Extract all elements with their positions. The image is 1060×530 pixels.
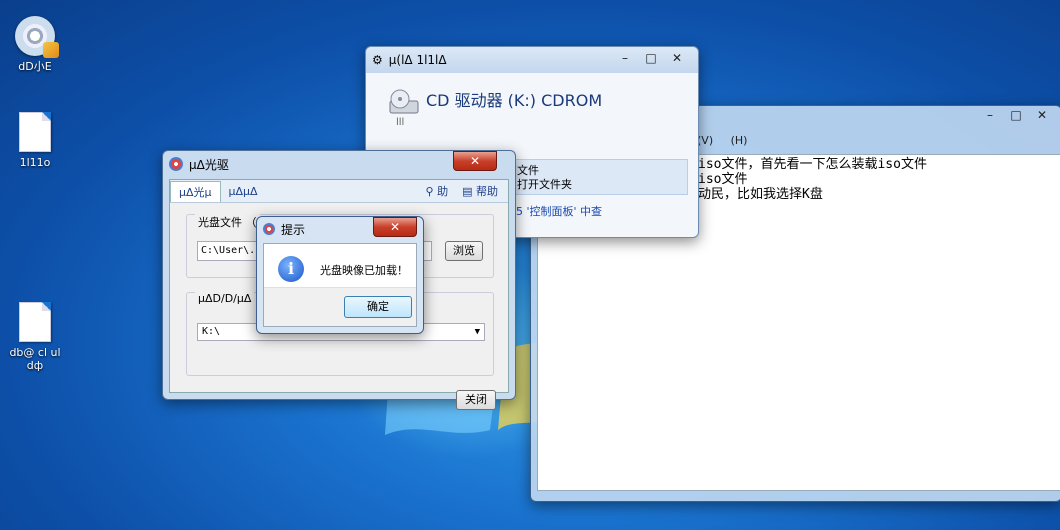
tab-bar: µΔ光µ µΔµΔ ⚲ 助 ▤ 帮助 — [170, 180, 508, 203]
menu-view[interactable]: (V) — [697, 134, 713, 147]
chevron-down-icon: ▼ — [474, 327, 480, 337]
dialog-body: i 光盘映像已加载！ 确定 — [263, 243, 417, 327]
app-icon — [263, 223, 275, 235]
desktop-icon-iso-file[interactable]: 1l11o — [0, 112, 70, 169]
close-button[interactable]: ✕ — [373, 217, 417, 237]
info-icon: i — [278, 256, 304, 282]
window-controls: ✕ — [373, 217, 417, 237]
text-line: iso文件 — [698, 172, 748, 187]
window-title: µ(lΔ 1l1lΔ — [388, 53, 447, 67]
desktop-icon-label: db@ cl ul dф — [9, 346, 61, 372]
app-icon: ⚙ — [372, 53, 383, 67]
desktop-icon-label: 1l11o — [19, 156, 51, 169]
dialog-message: 光盘映像已加载！ — [320, 264, 408, 277]
window-title: µΔ光驱 — [189, 157, 229, 172]
close-button[interactable]: ✕ — [453, 151, 497, 171]
document-icon — [19, 302, 51, 342]
disc-icon — [15, 16, 59, 58]
desktop-icon-burner[interactable]: dD小E — [0, 16, 70, 73]
maximize-button[interactable]: □ — [638, 49, 664, 67]
dialog-title: 提示 — [281, 222, 306, 237]
text-line: 动民，比如我选择K盘 — [698, 187, 823, 202]
window-controls: – □ ✕ — [977, 106, 1055, 124]
close-button[interactable]: ✕ — [1029, 106, 1055, 124]
minimize-button[interactable]: – — [977, 106, 1003, 124]
maximize-button[interactable]: □ — [1003, 106, 1029, 124]
tab-virtual-drive[interactable]: µΔ光µ — [170, 180, 221, 202]
menu-help[interactable]: (H) — [731, 134, 748, 147]
group-label: 光盘文件 （ — [195, 214, 260, 230]
drive-label: CD 驱动器 (K:) CDROM — [426, 91, 603, 110]
text-line: iso文件，首先看一下怎么装载iso文件 — [698, 157, 927, 172]
message-box: 提示 ✕ i 光盘映像已加载！ 确定 — [256, 216, 424, 334]
drive-subtitle: lll — [396, 117, 405, 128]
tab-settings[interactable]: µΔµΔ — [221, 183, 266, 200]
option-line-2: 打开文件夹 — [517, 178, 572, 191]
close-button[interactable]: ✕ — [664, 49, 690, 67]
menu-bar: (V) (H) — [697, 134, 761, 147]
control-panel-link[interactable]: 5 '控制面板' 中查 — [516, 203, 602, 219]
help-links: ⚲ 助 ▤ 帮助 — [426, 183, 508, 199]
close-dialog-button[interactable]: 关闭 — [456, 390, 496, 410]
dialog-footer: 确定 — [264, 287, 416, 326]
window-controls: – □ ✕ — [612, 49, 690, 67]
desktop-icon-label: dD小E — [18, 60, 52, 73]
ok-button[interactable]: 确定 — [344, 296, 412, 318]
about-link[interactable]: ⚲ 助 — [426, 183, 449, 199]
file-icon — [19, 112, 51, 152]
app-icon — [169, 157, 183, 171]
group-label: µΔD/D/µΔ — [195, 292, 255, 305]
window-controls: ✕ — [453, 151, 497, 171]
help-link[interactable]: ▤ 帮助 — [462, 183, 498, 199]
minimize-button[interactable]: – — [612, 49, 638, 67]
browse-button[interactable]: 浏览 — [445, 241, 483, 261]
cd-drive-icon — [389, 89, 419, 114]
desktop-icon-document[interactable]: db@ cl ul dф — [0, 302, 70, 372]
